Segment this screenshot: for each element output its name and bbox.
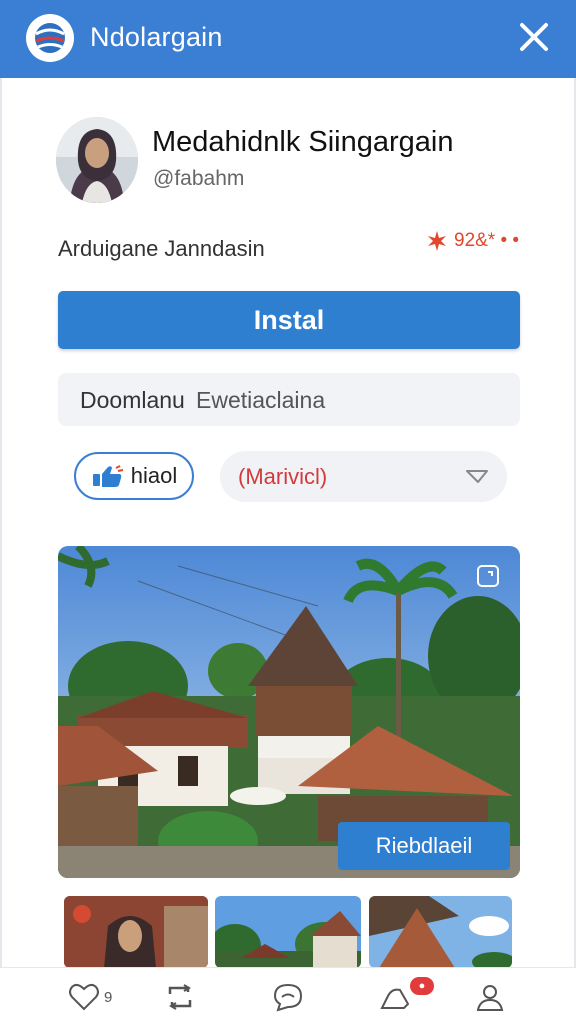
category-select-value: (Marivicl) [238,464,328,489]
search-input[interactable]: Ewetiaclaina [196,387,325,414]
profile-handle: @fabahm [153,167,245,190]
close-button[interactable] [512,18,556,58]
profile-name: Medahidnlk Siingargain [152,126,454,158]
chevron-down-icon [466,470,488,483]
nav-chat[interactable] [272,980,304,1014]
developer-subtitle: Arduigane Janndasin [58,236,265,261]
screenshot-thumbnail[interactable] [64,896,208,968]
category-select[interactable]: (Marivicl) [220,451,507,502]
rating-value: 92&* • • [454,230,520,251]
like-button[interactable]: hiaol [74,452,194,500]
hero-image[interactable]: Riebdlaeil [58,546,520,878]
expand-icon[interactable] [476,564,500,588]
nav-notifications[interactable] [378,980,412,1014]
bottom-nav: 9 ● [0,967,576,1025]
repost-icon [168,984,192,1010]
search-label: Doomlanu [80,387,185,413]
nav-profile[interactable] [474,980,506,1014]
app-title: Ndolargain [90,22,223,52]
nav-repost[interactable] [164,980,196,1014]
heart-icon [69,983,99,1011]
rating: 92&* • • [426,230,519,252]
notification-badge: ● [410,977,434,995]
like-count: 9 [104,988,113,1006]
nav-like[interactable]: 9 [68,980,112,1014]
star-burst-icon [428,231,446,251]
like-label: hiaol [130,463,178,488]
install-button[interactable]: Instal [58,291,520,349]
close-icon [520,23,548,51]
avatar [56,117,138,203]
screenshot-thumbnail[interactable] [215,896,361,968]
search-field[interactable]: Doomlanu Ewetiaclaina [58,373,520,426]
notification-icon [380,988,410,1009]
app-logo-icon [26,14,74,62]
user-icon [476,985,504,1011]
hero-action-button[interactable]: Riebdlaeil [338,822,510,870]
screenshot-thumbnail[interactable] [369,896,512,968]
chat-bubble-icon [273,983,303,1012]
thumbs-up-icon [92,465,123,487]
top-bar: Ndolargain [0,0,576,78]
